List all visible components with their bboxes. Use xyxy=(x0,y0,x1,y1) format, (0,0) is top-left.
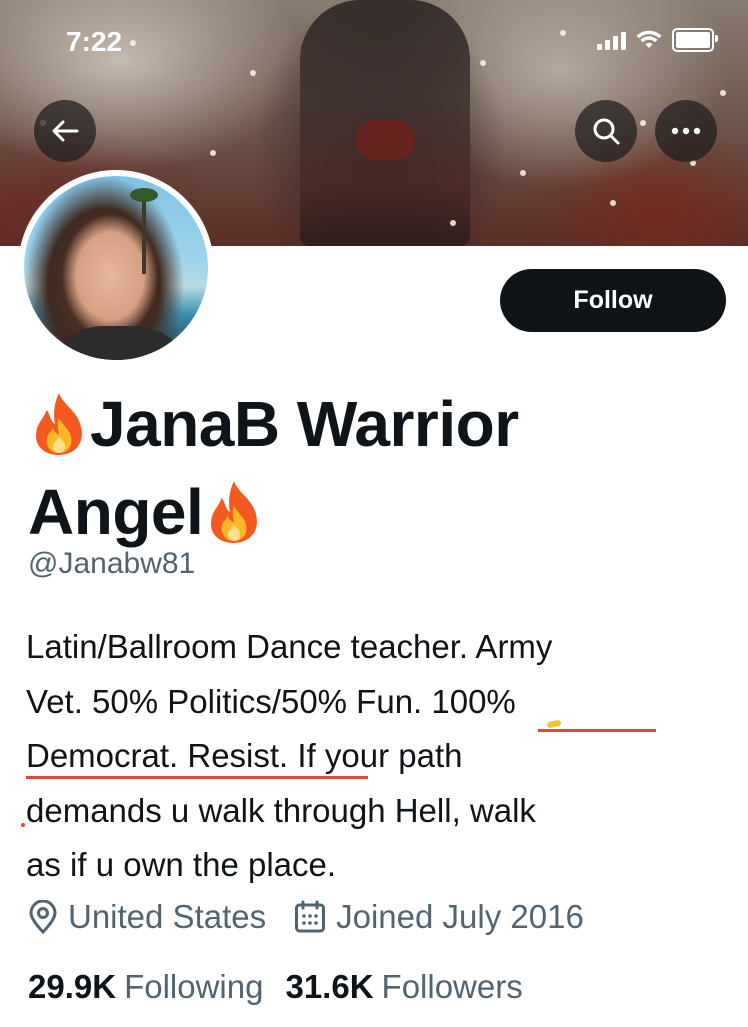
red-underline-annotation xyxy=(26,776,368,779)
display-name-line2: Angel xyxy=(28,476,204,548)
joined-item: Joined July 2016 xyxy=(294,898,584,936)
joined-text: Joined July 2016 xyxy=(336,898,584,935)
red-underline-annotation xyxy=(538,729,656,732)
following-count[interactable]: 29.9K xyxy=(28,968,116,1006)
followers-label[interactable]: Followers xyxy=(382,968,523,1006)
user-handle: @Janabw81 xyxy=(28,547,196,580)
banner-figure xyxy=(300,0,470,246)
status-time: 7:22 xyxy=(66,26,123,57)
fire-emoji-icon xyxy=(36,393,82,456)
bio-line: Latin/Ballroom Dance teacher. Army xyxy=(26,628,553,665)
calendar-icon xyxy=(295,900,326,933)
back-button[interactable] xyxy=(34,100,96,162)
avatar[interactable] xyxy=(18,170,214,366)
bio: Latin/Ballroom Dance teacher. Army Vet. … xyxy=(26,620,726,893)
following-label[interactable]: Following xyxy=(124,968,263,1006)
bio-line: as if u own the place. xyxy=(26,846,337,883)
followers-count[interactable]: 31.6K xyxy=(285,968,373,1006)
follow-button[interactable]: Follow xyxy=(500,269,726,332)
profile-meta: United States Joined July 2016 xyxy=(28,898,612,936)
status-icons xyxy=(597,28,718,52)
follow-stats: 29.9K Following 31.6K Followers xyxy=(28,968,545,1006)
red-dot-annotation xyxy=(21,823,25,827)
more-icon xyxy=(671,127,701,135)
bio-line: Vet. 50% Politics/50% Fun. 100% xyxy=(26,682,516,720)
wifi-icon xyxy=(636,30,662,48)
location-item: United States xyxy=(28,898,266,936)
avatar-photo xyxy=(24,176,208,360)
signal-icon xyxy=(597,30,626,50)
battery-icon xyxy=(672,28,718,52)
more-button[interactable] xyxy=(655,100,717,162)
location-text: United States xyxy=(68,898,267,935)
arrow-left-icon xyxy=(52,120,79,142)
display-name: JanaB Warrior Angel xyxy=(28,380,728,556)
search-icon xyxy=(593,118,620,145)
search-button[interactable] xyxy=(575,100,637,162)
location-pin-icon xyxy=(29,900,57,934)
fire-emoji-icon xyxy=(211,481,258,544)
bio-line: demands u walk through Hell, walk xyxy=(26,791,536,829)
display-name-line1: JanaB Warrior xyxy=(90,388,519,460)
